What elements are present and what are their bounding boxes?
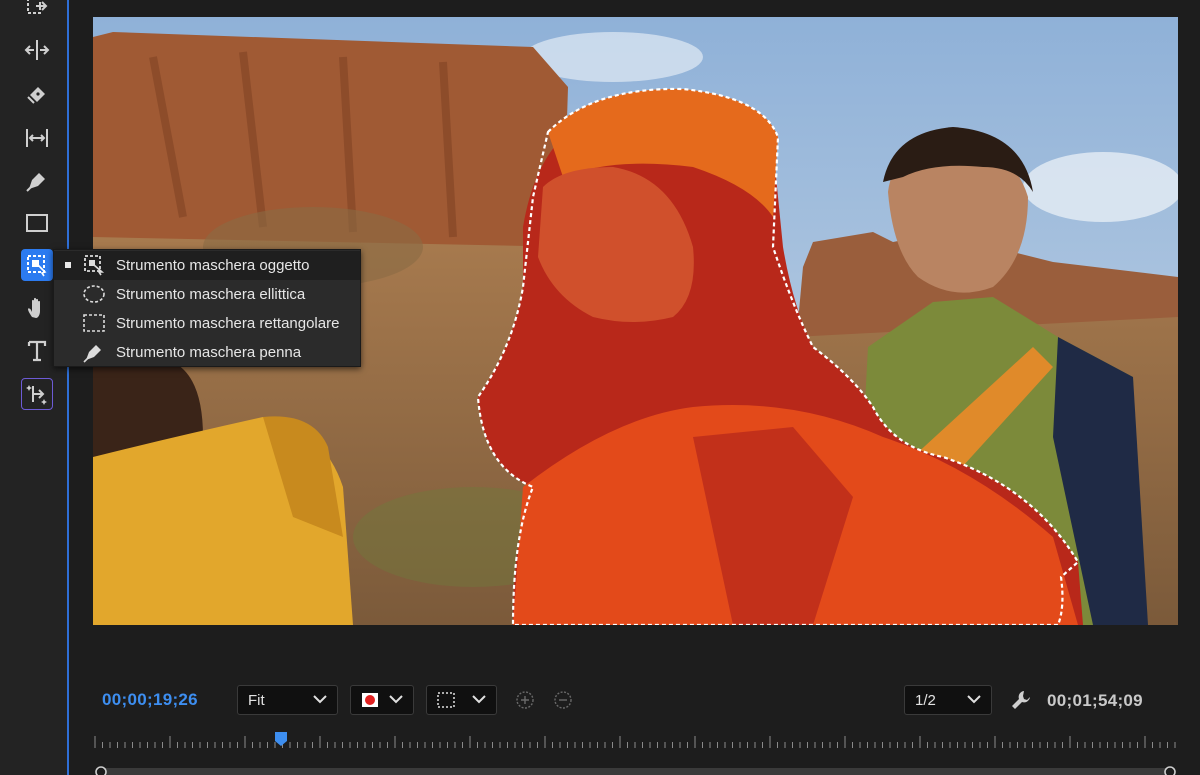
resolution-value: 1/2 [915,691,936,709]
chevron-down-icon [967,695,981,704]
flyout-label: Strumento maschera oggetto [116,257,310,274]
hand-icon [28,297,40,318]
flyout-label: Strumento maschera rettangolare [116,315,340,332]
zoom-value: Fit [248,691,265,709]
rectangle-icon [26,214,48,232]
dashed-rectangle-icon [437,692,455,708]
add-point-icon[interactable] [515,690,535,710]
razor-icon [27,87,45,104]
ripple-edit-icon [24,40,50,60]
pen-mask-icon [83,345,101,363]
slip-icon [26,129,48,147]
generative-extend-tool[interactable] [21,378,53,410]
mask-tool-flyout: Strumento maschera oggetto Strumento mas… [53,249,361,367]
duration-timecode: 00;01;54;09 [1047,691,1143,710]
selected-bullet-icon [65,262,71,268]
flyout-item-ellipse-mask[interactable]: Strumento maschera ellittica [54,280,360,309]
ripple-edit-tool[interactable] [21,34,53,66]
pen-icon [26,173,45,192]
object-mask-tool[interactable] [21,249,53,281]
ruler-ticks [94,736,1176,748]
type-tool[interactable] [21,335,53,367]
safe-margins-dropdown[interactable] [426,685,497,715]
mask-color-swatch-icon [362,693,378,707]
track-select-forward-tool[interactable] [21,0,53,24]
chevron-down-icon [389,695,403,704]
chevron-down-icon [313,695,327,704]
object-mask-icon [27,255,47,277]
playhead-icon[interactable] [275,732,287,746]
rectangle-mask-icon [83,314,105,332]
generative-extend-icon [26,385,47,405]
chevron-down-icon [472,695,486,704]
type-icon [27,340,47,362]
tools-panel [0,0,69,775]
slip-tool[interactable] [21,122,53,154]
time-ruler[interactable] [93,728,1178,758]
flyout-label: Strumento maschera ellittica [116,286,306,303]
wrench-icon[interactable] [1010,689,1032,711]
pen-tool[interactable] [21,165,53,197]
remove-point-icon[interactable] [553,690,573,710]
resolution-dropdown[interactable]: 1/2 [904,685,992,715]
scrollbar-left-handle[interactable] [95,766,107,775]
flyout-item-object-mask[interactable]: Strumento maschera oggetto [54,251,360,280]
mask-color-dropdown[interactable] [350,685,414,715]
rectangle-tool[interactable] [21,207,53,239]
track-select-icon [27,0,48,14]
flyout-item-pen-mask[interactable]: Strumento maschera penna [54,338,360,367]
scrollbar-right-handle[interactable] [1164,766,1176,775]
current-timecode[interactable]: 00;00;19;26 [102,690,198,710]
zoom-dropdown[interactable]: Fit [237,685,338,715]
razor-tool[interactable] [21,78,53,110]
zoom-scrollbar[interactable] [93,764,1178,775]
object-mask-icon [84,255,105,276]
flyout-item-rectangle-mask[interactable]: Strumento maschera rettangolare [54,309,360,338]
hand-tool[interactable] [21,292,53,324]
flyout-label: Strumento maschera penna [116,344,302,361]
ellipse-mask-icon [83,285,105,303]
